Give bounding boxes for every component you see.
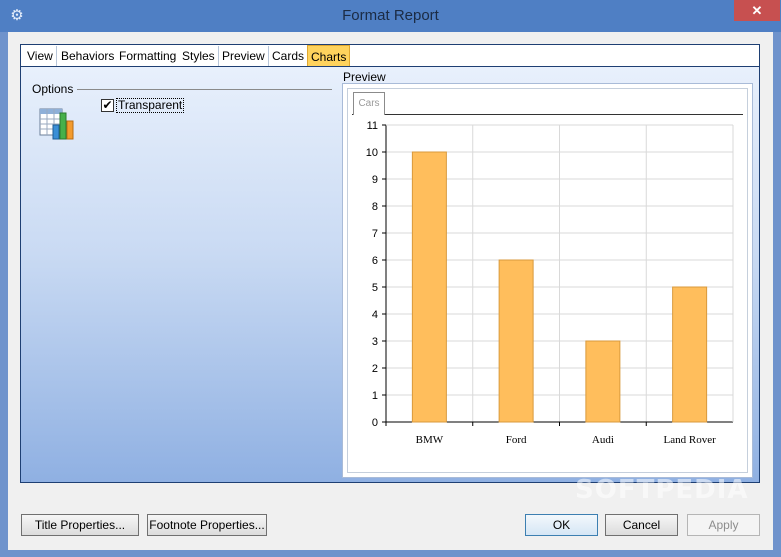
y-tick-label: 7 xyxy=(372,228,378,240)
gear-icon[interactable]: ⚙ xyxy=(9,8,25,24)
format-report-window: Format Report ⚙ ✕ View Behaviors Formatt… xyxy=(0,0,781,557)
tab-cards[interactable]: Cards xyxy=(269,46,309,66)
title-properties-button[interactable]: Title Properties... xyxy=(21,514,139,536)
bar-ford xyxy=(498,259,534,423)
bar-land-rover xyxy=(672,286,708,423)
apply-button[interactable]: Apply xyxy=(687,514,760,536)
footnote-properties-button[interactable]: Footnote Properties... xyxy=(147,514,267,536)
x-tick-label: BMW xyxy=(416,434,444,446)
options-group-label: Options xyxy=(32,82,74,96)
y-tick-label: 4 xyxy=(372,309,378,321)
transparent-label[interactable]: Transparent xyxy=(116,98,185,113)
transparent-checkbox[interactable]: ✔ xyxy=(101,99,114,112)
y-tick-label: 0 xyxy=(372,417,378,429)
y-tick-label: 5 xyxy=(372,282,378,294)
preview-frame: Cars 0 1 2 3 4 5 6 7 8 9 10 11 BMW Ford Audi Land Rover xyxy=(342,83,753,478)
x-tick-label: Ford xyxy=(506,434,527,446)
cars-bar-chart: 0 1 2 3 4 5 6 7 8 9 10 11 BMW Ford Audi Land Rover xyxy=(366,120,734,446)
y-tick-label: 1 xyxy=(372,390,378,402)
cancel-button[interactable]: Cancel xyxy=(605,514,678,536)
tab-strip: View Behaviors Formatting Styles Preview… xyxy=(20,44,760,67)
y-tick-label: 8 xyxy=(372,201,378,213)
y-tick-label: 3 xyxy=(372,336,378,348)
y-tick-label: 10 xyxy=(366,147,378,159)
x-tick-label: Audi xyxy=(592,434,614,446)
tab-behaviors[interactable]: Behaviors xyxy=(58,46,119,66)
y-tick-label: 11 xyxy=(367,120,378,132)
preview-group-label: Preview xyxy=(343,70,386,84)
y-tick-label: 6 xyxy=(372,255,378,267)
close-button[interactable]: ✕ xyxy=(734,0,780,21)
y-tick-label: 2 xyxy=(372,363,378,375)
bar-audi xyxy=(585,340,621,423)
dialog-client-area: View Behaviors Formatting Styles Preview… xyxy=(8,32,773,550)
preview-tab-underline xyxy=(352,114,743,115)
ok-button[interactable]: OK xyxy=(525,514,598,536)
tab-styles[interactable]: Styles xyxy=(179,46,219,66)
options-group-divider xyxy=(77,89,332,90)
softpedia-watermark: SOFTPEDIA xyxy=(575,475,749,505)
chart-table-icon xyxy=(39,108,74,140)
title-bar[interactable]: Format Report ⚙ ✕ xyxy=(0,0,781,32)
tab-preview[interactable]: Preview xyxy=(219,46,269,66)
tab-charts[interactable]: Charts xyxy=(307,45,351,67)
tab-formatting[interactable]: Formatting xyxy=(116,46,181,66)
window-title: Format Report xyxy=(342,7,439,24)
charts-tab-panel: Options ✔ Transparent Preview Cars 0 1 2… xyxy=(20,66,760,505)
preview-tab-cars[interactable]: Cars xyxy=(353,92,385,115)
x-tick-label: Land Rover xyxy=(664,434,717,446)
tab-view[interactable]: View xyxy=(24,46,57,66)
preview-inner-frame: Cars 0 1 2 3 4 5 6 7 8 9 10 11 BMW Ford Audi Land Rover xyxy=(347,88,748,473)
y-tick-label: 9 xyxy=(372,174,378,186)
bar-bmw xyxy=(411,151,447,423)
